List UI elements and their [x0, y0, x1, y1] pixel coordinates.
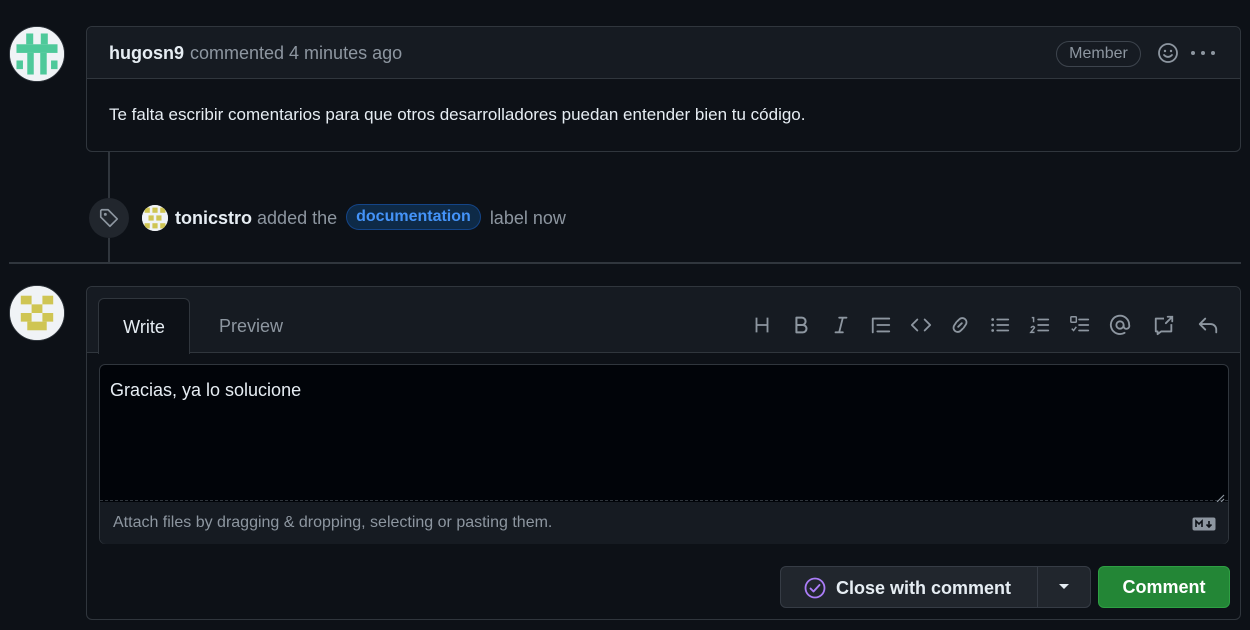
tab-write[interactable]: Write [98, 298, 190, 354]
bold-icon[interactable] [788, 312, 814, 338]
event-action-text: added the [257, 207, 338, 228]
triangle-down-icon [1059, 584, 1069, 589]
comment-author[interactable]: hugosn9 [109, 43, 184, 64]
identicon-yellow [142, 205, 168, 231]
timeline-line [108, 152, 110, 198]
comment-body: Te falta escribir comentarios para que o… [109, 105, 806, 124]
comment-button[interactable]: Comment [1098, 566, 1230, 608]
link-icon[interactable] [947, 312, 973, 338]
comment-card: hugosn9 commented 4 minutes ago Member T… [86, 26, 1241, 152]
event-actor[interactable]: tonicstro [175, 208, 252, 228]
close-with-comment-button[interactable]: Close with comment [780, 566, 1038, 608]
issue-closed-icon [803, 576, 827, 600]
divider [9, 262, 1241, 264]
ordered-list-icon[interactable] [1027, 312, 1053, 338]
mention-icon[interactable] [1107, 312, 1133, 338]
editor-header: Write Preview [87, 287, 1240, 354]
identicon-green [10, 27, 64, 81]
event-suffix-text: label now [489, 207, 566, 228]
close-with-comment-label: Close with comment [836, 578, 1012, 598]
attach-files-bar[interactable]: Attach files by dragging & dropping, sel… [100, 502, 1228, 544]
code-icon[interactable] [908, 312, 934, 338]
comment-header: hugosn9 commented 4 minutes ago Member [87, 27, 1240, 79]
resize-handle-icon[interactable] [1215, 488, 1225, 503]
timeline-line [108, 238, 110, 262]
kebab-horizontal-icon[interactable] [1189, 41, 1217, 65]
cross-reference-icon[interactable] [1151, 312, 1177, 338]
heading-icon[interactable] [749, 312, 775, 338]
member-badge: Member [1056, 41, 1141, 67]
avatar[interactable] [142, 205, 168, 231]
reply-icon[interactable] [1195, 312, 1221, 338]
tag-icon [89, 198, 129, 238]
italic-icon[interactable] [828, 312, 854, 338]
identicon-yellow [10, 286, 64, 340]
unordered-list-icon[interactable] [987, 312, 1013, 338]
comment-textarea-wrapper: Gracias, ya lo solucione Attach files by… [99, 364, 1229, 544]
comment-timestamp[interactable]: commented 4 minutes ago [190, 43, 402, 64]
documentation-label[interactable]: documentation [346, 204, 481, 230]
tab-preview[interactable]: Preview [205, 298, 297, 354]
task-list-icon[interactable] [1067, 312, 1093, 338]
avatar[interactable] [9, 26, 65, 82]
attach-files-text: Attach files by dragging & dropping, sel… [113, 514, 553, 531]
quote-icon[interactable] [868, 312, 894, 338]
comment-textarea[interactable]: Gracias, ya lo solucione [100, 365, 1228, 501]
markdown-icon[interactable] [1192, 516, 1216, 531]
comment-editor: Write Preview Gracias, ya lo solucione A… [86, 286, 1241, 620]
close-options-dropdown[interactable] [1037, 566, 1091, 608]
timeline-event: tonicstro added the documentation label … [175, 204, 566, 232]
avatar[interactable] [9, 285, 65, 341]
smiley-icon[interactable] [1156, 41, 1180, 65]
